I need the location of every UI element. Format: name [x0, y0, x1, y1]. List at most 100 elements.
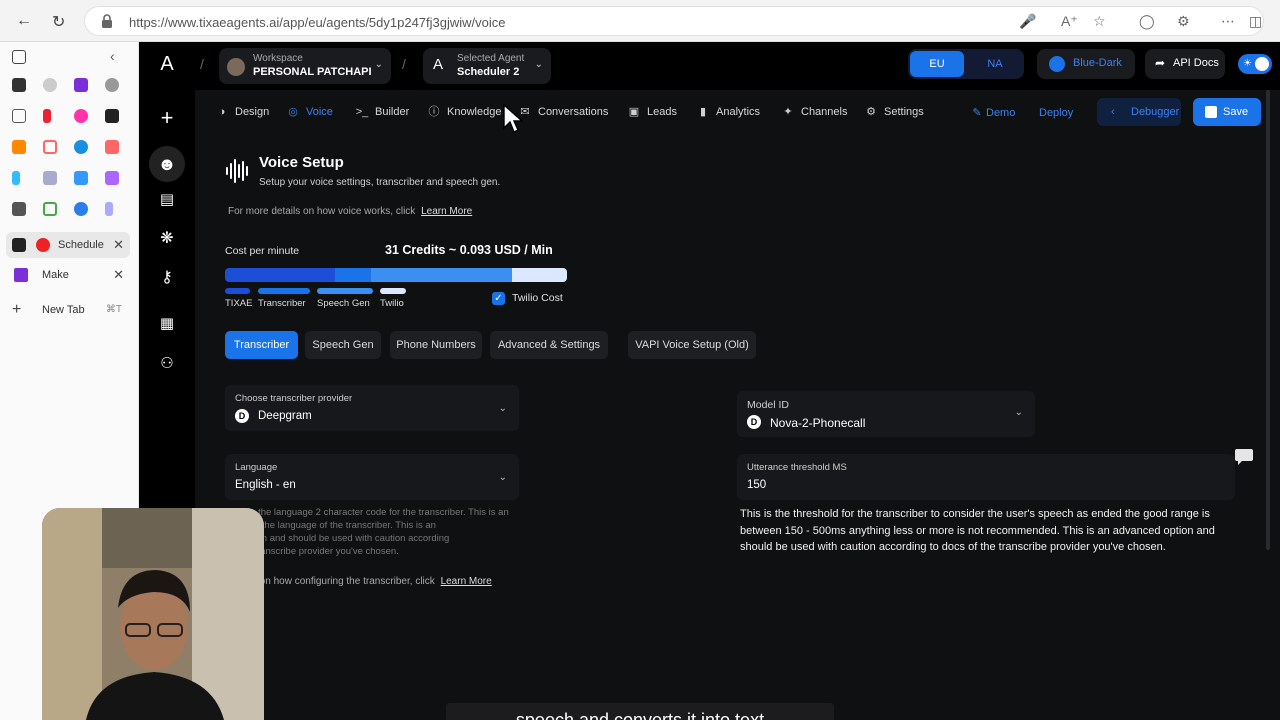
tab-analytics[interactable]: ▮ Analytics	[696, 104, 760, 120]
favicon-icon[interactable]	[12, 171, 20, 185]
favicon-icon[interactable]	[12, 109, 26, 123]
back-icon[interactable]: ←	[16, 12, 32, 30]
sidebar-toggle-icon[interactable]: ◫	[1249, 13, 1262, 30]
favicon-icon[interactable]	[43, 202, 57, 216]
scrollbar[interactable]	[1266, 90, 1270, 550]
deepgram-icon: D	[747, 415, 761, 429]
bug-icon[interactable]: ❋	[153, 225, 181, 253]
dark-mode-toggle[interactable]: ☀	[1238, 54, 1272, 74]
demo-link[interactable]: ✎ Demo	[970, 105, 1015, 121]
tab-label: Builder	[375, 106, 410, 118]
deploy-link[interactable]: Deploy	[1039, 105, 1073, 121]
tab-voice[interactable]: ◎ Voice	[286, 104, 333, 120]
favicon-icon[interactable]	[43, 78, 57, 92]
subtab-phone-numbers[interactable]: Phone Numbers	[390, 331, 482, 359]
favicon-icon[interactable]	[43, 140, 57, 154]
close-icon[interactable]: ✕	[113, 232, 124, 258]
tab-builder[interactable]: >_ Builder	[355, 104, 410, 120]
save-button[interactable]: Save	[1193, 98, 1261, 126]
workspace-selector[interactable]: Workspace PERSONAL PATCHAPI ⌄	[219, 48, 391, 84]
sun-icon: ☀	[1243, 58, 1252, 69]
address-bar[interactable]: https://www.tixaeagents.ai/app/eu/agents…	[84, 6, 1264, 36]
subtab-speech-gen[interactable]: Speech Gen	[305, 331, 381, 359]
more-menu-icon[interactable]: ⋯	[1221, 13, 1235, 30]
favicon-icon[interactable]	[105, 109, 119, 123]
utterance-threshold-input[interactable]: Utterance threshold MS 150	[737, 454, 1235, 500]
tab-leads[interactable]: ▣ Leads	[627, 104, 677, 120]
legend-swatch	[225, 288, 250, 294]
tab-make[interactable]: Make ✕	[6, 262, 130, 288]
help-line: d to set the language of the transcriber…	[228, 520, 436, 531]
field-value: Nova-2-Phonecall	[770, 416, 866, 430]
subtab-advanced-settings[interactable]: Advanced & Settings	[490, 331, 608, 359]
transcriber-provider-select[interactable]: Choose transcriber provider D Deepgram ⌄	[225, 385, 519, 431]
favicon-icon[interactable]	[43, 171, 57, 185]
extensions-icon[interactable]: ⚙	[1177, 13, 1190, 30]
reload-icon[interactable]: ↻	[52, 12, 65, 32]
shield-icon[interactable]: ◯	[1139, 13, 1155, 30]
chevron-down-icon: ⌄	[498, 472, 507, 483]
tab-conversations[interactable]: ✉ Conversations	[518, 104, 608, 120]
favicon-icon[interactable]	[105, 140, 119, 154]
favicon-icon[interactable]	[105, 171, 119, 185]
favicon-icon[interactable]	[12, 202, 26, 216]
workspace-avatar	[227, 58, 245, 76]
team-icon[interactable]: ⚇	[153, 350, 181, 378]
tab-settings[interactable]: ⚙ Settings	[864, 104, 924, 120]
tab-design[interactable]: ◑ Design	[215, 104, 270, 120]
chat-widget-icon[interactable]	[1234, 448, 1254, 466]
favicon-icon[interactable]	[74, 202, 88, 216]
read-aloud-icon[interactable]: A⁺	[1061, 13, 1078, 30]
store-icon[interactable]: ▤	[153, 186, 181, 214]
api-docs-button[interactable]: ➦ API Docs	[1145, 49, 1225, 79]
region-toggle: EU NA	[908, 49, 1024, 79]
region-na-button[interactable]: NA	[968, 51, 1022, 77]
theme-selector[interactable]: Blue-Dark	[1037, 49, 1135, 79]
favicon-icon[interactable]	[43, 109, 51, 123]
add-icon[interactable]: +	[153, 104, 181, 132]
close-icon[interactable]: ✕	[113, 262, 124, 288]
deepgram-icon: D	[235, 409, 249, 423]
tab-label: New Tab	[42, 304, 85, 316]
favicon-icon[interactable]	[105, 202, 113, 216]
subtab-vapi-voice-setup[interactable]: VAPI Voice Setup (Old)	[628, 331, 756, 359]
learn-more-link[interactable]: Learn More	[421, 206, 472, 217]
language-select[interactable]: Language English - en ⌄	[225, 454, 519, 500]
page-title: Voice Setup	[259, 154, 344, 171]
tab-label: Schedule	[58, 239, 104, 251]
favicon-icon[interactable]	[12, 140, 26, 154]
tab-channels[interactable]: ✦ Channels	[781, 104, 847, 120]
tab-actions-icon[interactable]	[12, 50, 26, 64]
api-docs-label: API Docs	[1173, 57, 1219, 69]
tab-schedule[interactable]: Schedule ✕	[6, 232, 130, 258]
region-eu-button[interactable]: EU	[910, 51, 964, 77]
favicon-icon[interactable]	[74, 140, 88, 154]
tab-label: Leads	[647, 106, 677, 118]
collapse-icon[interactable]: ‹	[110, 48, 115, 64]
app-logo[interactable]: A	[153, 50, 181, 78]
design-icon: ◑	[218, 106, 226, 118]
field-label: Choose transcriber provider	[235, 393, 353, 404]
favicon-icon[interactable]	[74, 78, 88, 92]
tab-label: Conversations	[538, 106, 609, 118]
transcriber-config-help: details on how configuring the transcrib…	[228, 576, 492, 587]
new-tab-button[interactable]: + New Tab ⌘T	[6, 297, 130, 323]
help-line: of the transcribe provider you've chosen…	[228, 546, 399, 557]
favicon-icon[interactable]	[105, 78, 119, 92]
debugger-label: Debugger	[1131, 106, 1180, 118]
model-id-select[interactable]: Model ID D Nova-2-Phonecall ⌄	[737, 391, 1035, 437]
tab-knowledge[interactable]: ⓘ Knowledge	[427, 104, 502, 120]
favicon-icon[interactable]	[74, 171, 88, 185]
debugger-button[interactable]: ‹ Debugger	[1097, 98, 1181, 126]
microphone-icon[interactable]: 🎤	[1019, 13, 1036, 30]
agent-selector[interactable]: A Selected Agent Scheduler 2 ⌄	[423, 48, 551, 84]
subtab-transcriber[interactable]: Transcriber	[225, 331, 298, 359]
chat-bot-icon[interactable]: ☻	[149, 146, 185, 182]
cost-segment-twilio	[512, 268, 567, 282]
key-icon[interactable]: ⚷	[153, 264, 181, 292]
building-icon[interactable]: ▦	[153, 310, 181, 338]
favicon-icon[interactable]	[74, 109, 88, 123]
favorite-star-icon[interactable]: ☆	[1093, 13, 1106, 30]
learn-more-link[interactable]: Learn More	[441, 576, 492, 587]
favicon-icon[interactable]	[12, 78, 26, 92]
